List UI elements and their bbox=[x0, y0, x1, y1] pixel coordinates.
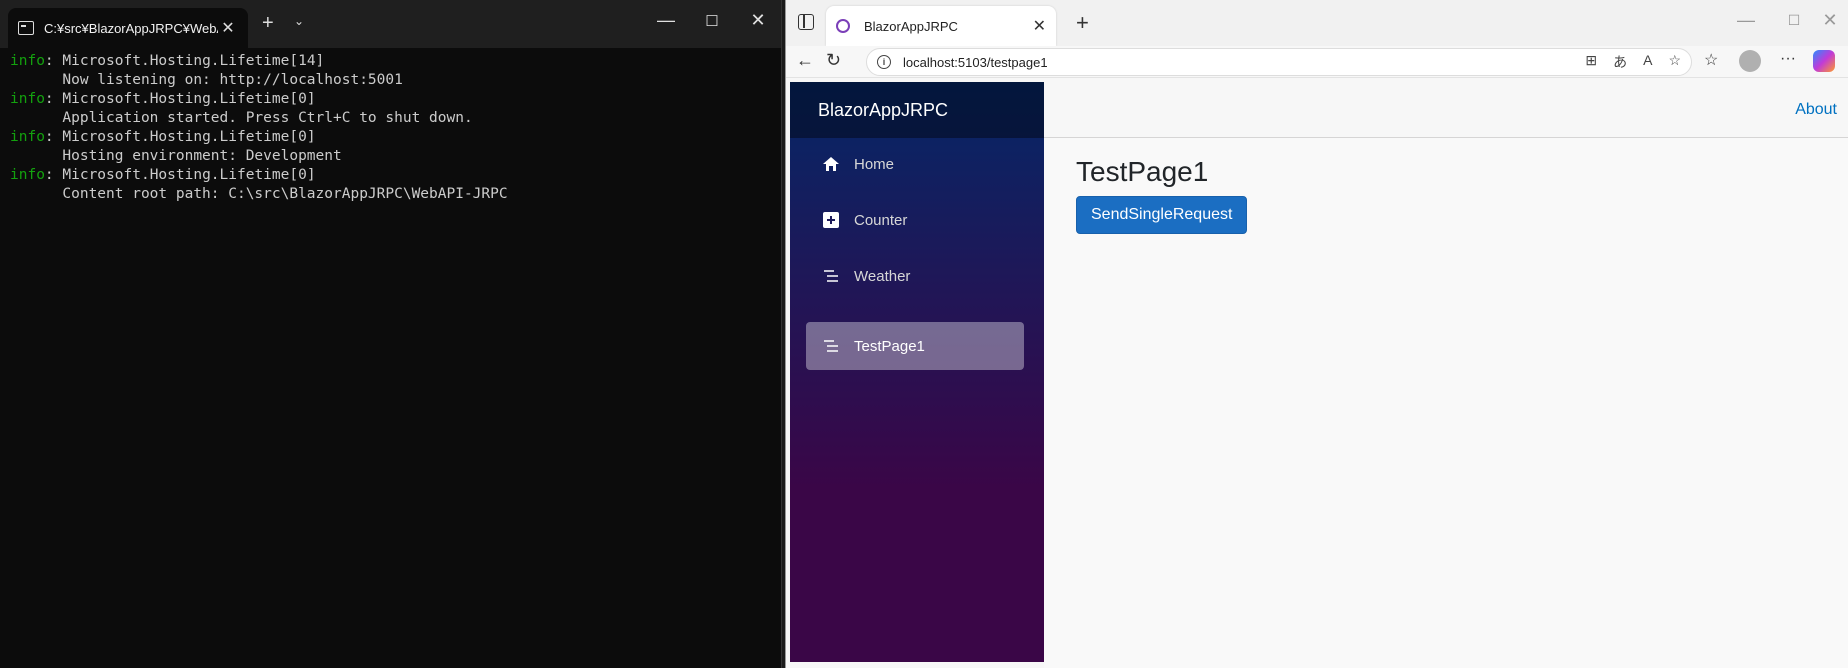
send-single-request-button[interactable]: SendSingleRequest bbox=[1076, 196, 1248, 234]
sidebar-item-testpage1[interactable]: TestPage1 bbox=[806, 322, 1024, 370]
close-tab-icon[interactable]: ✕ bbox=[1033, 16, 1046, 36]
profile-avatar-icon[interactable] bbox=[1739, 50, 1761, 72]
log-text: Microsoft.Hosting.Lifetime[0] bbox=[62, 129, 316, 145]
terminal-tab-title: C:¥src¥BlazorAppJRPC¥WebAI bbox=[44, 20, 218, 36]
chevron-down-icon[interactable]: ⌄ bbox=[294, 14, 304, 28]
browser-tab-title: BlazorAppJRPC bbox=[864, 18, 958, 34]
read-aloud-icon[interactable]: A bbox=[1643, 52, 1652, 72]
terminal-line: Now listening on: http://localhost:5001 bbox=[10, 71, 771, 90]
minimize-icon[interactable]: — bbox=[646, 10, 686, 31]
maximize-icon[interactable]: ☐ bbox=[1774, 12, 1814, 29]
log-level: info bbox=[10, 129, 45, 145]
sidebar-item-label: Home bbox=[854, 155, 895, 173]
browser-tab[interactable]: BlazorAppJRPC ✕ bbox=[826, 6, 1056, 46]
log-level: info bbox=[10, 53, 45, 69]
log-level: info bbox=[10, 167, 45, 183]
log-text: Microsoft.Hosting.Lifetime[0] bbox=[62, 91, 316, 107]
log-text: Now listening on: http://localhost:5001 bbox=[10, 72, 403, 88]
home-icon bbox=[822, 155, 840, 173]
top-row: About bbox=[1044, 82, 1848, 138]
page-title: TestPage1 bbox=[1076, 156, 1209, 187]
log-text: Application started. Press Ctrl+C to shu… bbox=[10, 110, 473, 126]
sidebar-item-label: Weather bbox=[854, 267, 911, 285]
terminal-line: Content root path: C:\src\BlazorAppJRPC\… bbox=[10, 185, 771, 204]
terminal-titlebar: C:¥src¥BlazorAppJRPC¥WebAI ✕ + ⌄ — ☐ ✕ bbox=[0, 0, 781, 48]
url-text: localhost:5103/testpage1 bbox=[903, 54, 1048, 70]
log-text: Microsoft.Hosting.Lifetime[14] bbox=[62, 53, 325, 69]
close-tab-icon[interactable]: ✕ bbox=[218, 18, 238, 38]
browser-window: BlazorAppJRPC ✕ + — ☐ ✕ ← ↻ i localhost:… bbox=[785, 0, 1848, 668]
terminal-line: info: Microsoft.Hosting.Lifetime[0] bbox=[10, 167, 316, 183]
minimize-icon[interactable]: — bbox=[1726, 10, 1766, 31]
favorite-star-icon[interactable]: ☆ bbox=[1668, 52, 1681, 72]
app-available-icon[interactable]: ⊞ bbox=[1585, 52, 1597, 72]
list-icon bbox=[822, 267, 840, 285]
site-info-icon[interactable]: i bbox=[877, 55, 891, 69]
browser-toolbar: ← ↻ i localhost:5103/testpage1 ⊞ あ A ☆ ☆… bbox=[786, 46, 1848, 78]
log-level: info bbox=[10, 91, 45, 107]
address-bar[interactable]: i localhost:5103/testpage1 ⊞ あ A ☆ bbox=[866, 48, 1692, 76]
main-content: About TestPage1 SendSingleRequest bbox=[1044, 82, 1848, 668]
more-icon[interactable]: ··· bbox=[1780, 50, 1796, 68]
translate-icon[interactable]: あ bbox=[1613, 52, 1627, 72]
new-tab-icon[interactable]: + bbox=[1076, 10, 1089, 36]
sidebar-item-label: TestPage1 bbox=[854, 337, 925, 355]
brand[interactable]: BlazorAppJRPC bbox=[790, 82, 1044, 138]
browser-titlebar: BlazorAppJRPC ✕ + — ☐ ✕ bbox=[786, 0, 1848, 46]
brand-label: BlazorAppJRPC bbox=[818, 99, 949, 120]
sidebar-item-counter[interactable]: Counter bbox=[806, 196, 1024, 244]
refresh-icon[interactable]: ↻ bbox=[826, 50, 841, 71]
copilot-icon[interactable] bbox=[1813, 50, 1835, 72]
sidebar-item-home[interactable]: Home bbox=[806, 140, 1024, 188]
terminal-tab[interactable]: C:¥src¥BlazorAppJRPC¥WebAI ✕ bbox=[8, 8, 248, 48]
terminal-line: Hosting environment: Development bbox=[10, 147, 771, 166]
blazor-favicon-icon bbox=[836, 19, 850, 33]
sidebar: BlazorAppJRPC Home Counter Weather TestP… bbox=[790, 82, 1044, 662]
terminal-line: info: Microsoft.Hosting.Lifetime[0] bbox=[10, 91, 316, 107]
close-window-icon[interactable]: ✕ bbox=[738, 10, 778, 31]
about-link[interactable]: About bbox=[1795, 101, 1837, 119]
terminal-line: info: Microsoft.Hosting.Lifetime[0] bbox=[10, 129, 316, 145]
plus-square-icon bbox=[822, 211, 840, 229]
sidebar-item-label: Counter bbox=[854, 211, 908, 229]
terminal-line: info: Microsoft.Hosting.Lifetime[14] bbox=[10, 53, 325, 69]
terminal-line: Application started. Press Ctrl+C to shu… bbox=[10, 109, 771, 128]
close-window-icon[interactable]: ✕ bbox=[1810, 10, 1848, 31]
sidebar-item-weather[interactable]: Weather bbox=[806, 252, 1024, 300]
log-text: Content root path: C:\src\BlazorAppJRPC\… bbox=[10, 186, 508, 202]
terminal-window: C:¥src¥BlazorAppJRPC¥WebAI ✕ + ⌄ — ☐ ✕ i… bbox=[0, 0, 782, 668]
log-text: Microsoft.Hosting.Lifetime[0] bbox=[62, 167, 316, 183]
maximize-icon[interactable]: ☐ bbox=[692, 12, 732, 30]
list-icon bbox=[822, 337, 840, 355]
back-icon[interactable]: ← bbox=[796, 50, 814, 71]
favorites-icon[interactable]: ☆ bbox=[1704, 50, 1718, 70]
terminal-icon bbox=[18, 21, 34, 35]
log-text: Hosting environment: Development bbox=[10, 148, 342, 164]
blazor-app: BlazorAppJRPC Home Counter Weather TestP… bbox=[786, 82, 1848, 668]
tab-actions-icon[interactable] bbox=[798, 14, 814, 30]
new-tab-icon[interactable]: + bbox=[262, 12, 274, 35]
terminal-output[interactable]: info: Microsoft.Hosting.Lifetime[14] Now… bbox=[0, 48, 781, 208]
